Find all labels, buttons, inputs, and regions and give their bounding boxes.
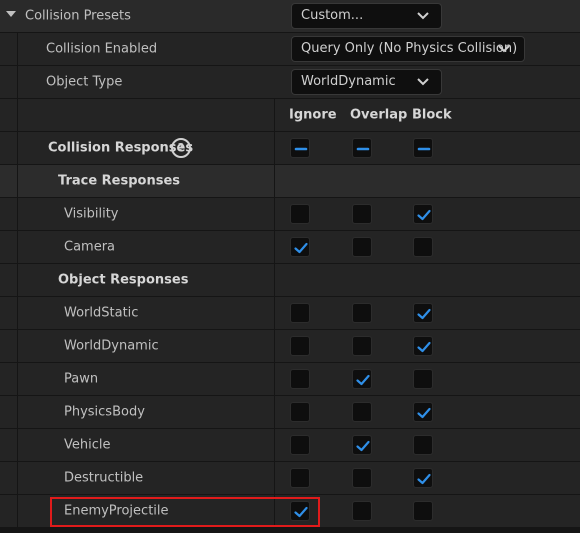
- minus-icon: [294, 147, 308, 151]
- ignore-checkbox-visibility[interactable]: [290, 204, 310, 224]
- checkmark-icon: [417, 308, 431, 320]
- ignore-checkbox-physicsbody[interactable]: [290, 402, 310, 422]
- overlap-checkbox-enemyprojectile[interactable]: [352, 501, 372, 521]
- chevron-down-icon: [417, 12, 429, 20]
- overlap-checkbox-destructible[interactable]: [352, 468, 372, 488]
- block-checkbox-visibility[interactable]: [413, 204, 433, 224]
- ignore-checkbox-destructible[interactable]: [290, 468, 310, 488]
- collision-panel: Collision Presets Custom... Collision En…: [0, 0, 580, 533]
- column-overlap-header: Overlap: [350, 107, 408, 123]
- overlap-checkbox-camera[interactable]: [352, 237, 372, 257]
- response-label: Vehicle: [64, 437, 111, 453]
- response-label: PhysicsBody: [64, 404, 145, 420]
- checkmark-icon: [417, 341, 431, 353]
- checkmark-icon: [417, 473, 431, 485]
- overlap-checkbox-worlddynamic[interactable]: [352, 336, 372, 356]
- block-checkbox-enemyprojectile[interactable]: [413, 501, 433, 521]
- collision-enabled-label: Collision Enabled: [46, 41, 158, 57]
- response-row-physicsbody: PhysicsBody: [0, 396, 580, 428]
- checkmark-icon: [356, 440, 370, 452]
- response-label: Pawn: [64, 371, 99, 387]
- ignore-checkbox-all[interactable]: [290, 138, 310, 158]
- object-type-dropdown[interactable]: WorldDynamic: [291, 69, 442, 95]
- object-type-value: WorldDynamic: [301, 74, 396, 89]
- overlap-checkbox-pawn[interactable]: [352, 369, 372, 389]
- ignore-checkbox-worlddynamic[interactable]: [290, 336, 310, 356]
- block-checkbox-pawn[interactable]: [413, 369, 433, 389]
- chevron-down-icon: [498, 45, 510, 53]
- checkmark-icon: [294, 242, 308, 254]
- block-checkbox-destructible[interactable]: [413, 468, 433, 488]
- ignore-checkbox-pawn[interactable]: [290, 369, 310, 389]
- column-ignore-header: Ignore: [289, 107, 337, 123]
- chevron-down-icon: [417, 78, 429, 86]
- object-type-row: Object Type WorldDynamic: [0, 66, 580, 98]
- ignore-checkbox-vehicle[interactable]: [290, 435, 310, 455]
- response-row-visibility: Visibility: [0, 198, 580, 230]
- response-label: Visibility: [64, 206, 119, 222]
- collision-presets-dropdown[interactable]: Custom...: [291, 3, 442, 29]
- response-row-vehicle: Vehicle: [0, 429, 580, 461]
- object-responses-row: Object Responses: [0, 264, 580, 296]
- minus-icon: [356, 147, 370, 151]
- collision-responses-row: Collision Responses ?: [0, 132, 580, 164]
- response-row-pawn: Pawn: [0, 363, 580, 395]
- trace-responses-label: Trace Responses: [58, 173, 181, 189]
- response-label: WorldDynamic: [64, 338, 159, 354]
- ignore-checkbox-camera[interactable]: [290, 237, 310, 257]
- checkmark-icon: [417, 209, 431, 221]
- enemy-projectile-highlight: [50, 497, 320, 527]
- collision-enabled-dropdown[interactable]: Query Only (No Physics Collision): [291, 36, 525, 62]
- overlap-checkbox-vehicle[interactable]: [352, 435, 372, 455]
- ignore-checkbox-worldstatic[interactable]: [290, 303, 310, 323]
- response-label: Destructible: [64, 470, 144, 486]
- trace-responses-row: Trace Responses: [0, 165, 580, 197]
- overlap-checkbox-worldstatic[interactable]: [352, 303, 372, 323]
- block-checkbox-all[interactable]: [413, 138, 433, 158]
- collapse-arrow-icon[interactable]: [6, 11, 16, 17]
- help-icon[interactable]: ?: [171, 138, 191, 158]
- response-label: Camera: [64, 239, 116, 255]
- collision-enabled-row: Collision Enabled Query Only (No Physics…: [0, 33, 580, 65]
- block-checkbox-worlddynamic[interactable]: [413, 336, 433, 356]
- checkmark-icon: [417, 407, 431, 419]
- block-checkbox-worldstatic[interactable]: [413, 303, 433, 323]
- overlap-checkbox-visibility[interactable]: [352, 204, 372, 224]
- overlap-checkbox-physicsbody[interactable]: [352, 402, 372, 422]
- response-row-destructible: Destructible: [0, 462, 580, 494]
- object-responses-label: Object Responses: [58, 272, 189, 288]
- minus-icon: [417, 147, 431, 151]
- overlap-checkbox-all[interactable]: [352, 138, 372, 158]
- response-label: WorldStatic: [64, 305, 139, 321]
- response-row-worldstatic: WorldStatic: [0, 297, 580, 329]
- collision-presets-row[interactable]: Collision Presets Custom...: [0, 0, 580, 32]
- response-row-camera: Camera: [0, 231, 580, 263]
- checkmark-icon: [356, 374, 370, 386]
- collision-enabled-value: Query Only (No Physics Collision): [301, 41, 518, 56]
- object-type-label: Object Type: [46, 74, 123, 90]
- block-checkbox-camera[interactable]: [413, 237, 433, 257]
- column-header-row: Ignore Overlap Block: [0, 99, 580, 131]
- block-checkbox-vehicle[interactable]: [413, 435, 433, 455]
- collision-presets-label: Collision Presets: [25, 8, 131, 24]
- response-row-worlddynamic: WorldDynamic: [0, 330, 580, 362]
- column-block-header: Block: [412, 107, 452, 123]
- collision-presets-value: Custom...: [301, 8, 364, 23]
- block-checkbox-physicsbody[interactable]: [413, 402, 433, 422]
